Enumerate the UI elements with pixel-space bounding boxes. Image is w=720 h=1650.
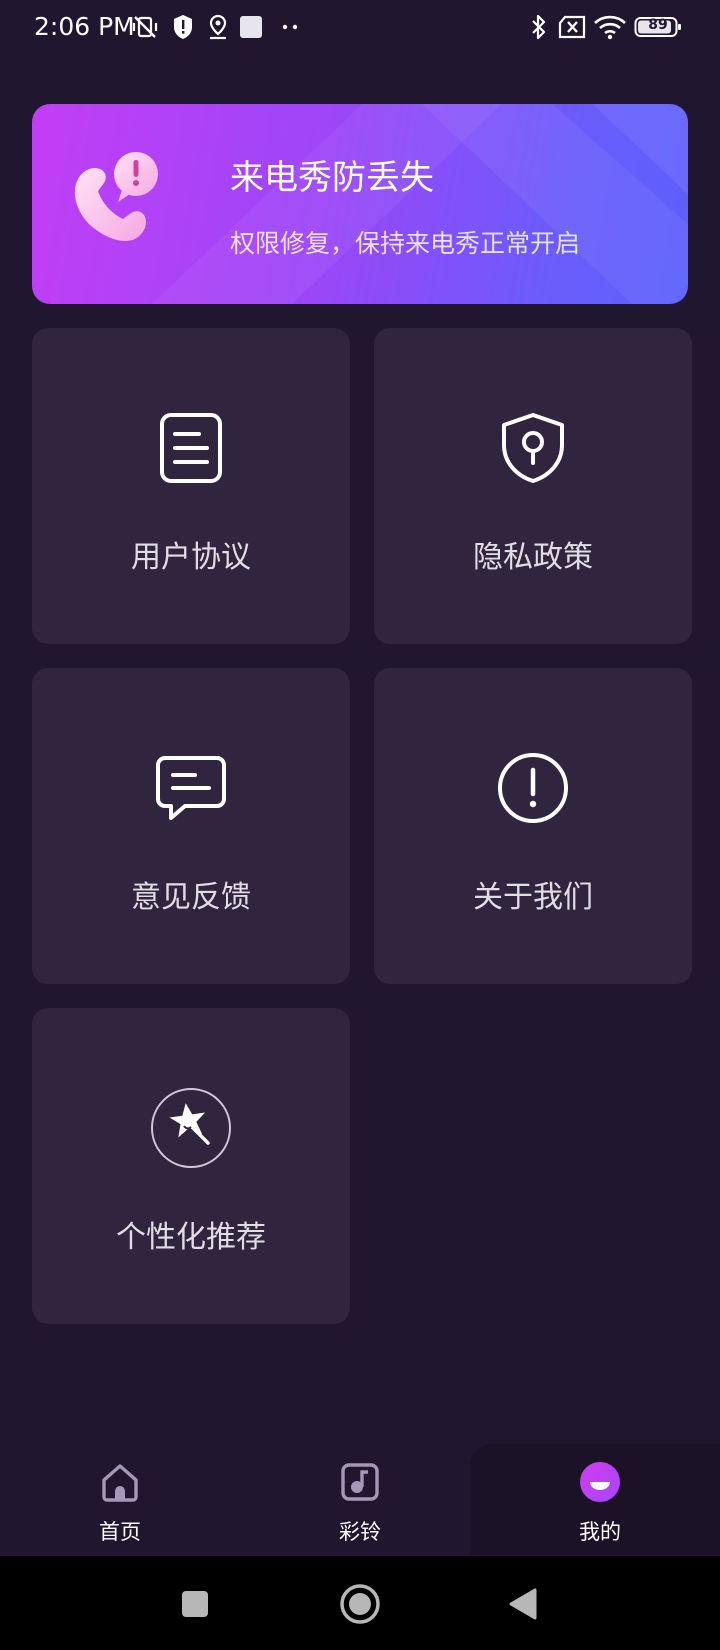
nav-tab-mine[interactable]: 我的 <box>520 1444 680 1556</box>
nav-tab-home[interactable]: 首页 <box>40 1444 200 1556</box>
banner-title: 来电秀防丢失 <box>230 158 434 198</box>
menu-label: 意见反馈 <box>131 880 251 915</box>
personalized-recommendation-card[interactable]: 个性化推荐 <box>32 1008 350 1324</box>
status-bar: 2:06 PM 89 <box>0 0 720 56</box>
chat-bubble-icon <box>149 746 233 830</box>
document-icon <box>149 406 233 490</box>
phone-alert-icon <box>74 152 158 241</box>
about-us-card[interactable]: 关于我们 <box>374 668 692 984</box>
wifi-icon <box>592 12 628 42</box>
profile-face-icon <box>580 1462 620 1502</box>
triangle-back-icon <box>509 1588 537 1620</box>
more-dots-icon <box>280 12 302 42</box>
menu-label: 关于我们 <box>473 880 593 915</box>
banner-subtitle: 权限修复，保持来电秀正常开启 <box>230 229 581 258</box>
info-exclamation-icon <box>491 746 575 830</box>
menu-label: 隐私政策 <box>473 540 593 575</box>
mute-vibrate-icon <box>130 12 160 42</box>
status-time: 2:06 PM <box>34 12 135 41</box>
no-sim-icon <box>556 12 588 42</box>
system-navigation-bar <box>0 1556 720 1650</box>
location-icon <box>206 12 230 42</box>
menu-label: 用户协议 <box>131 540 251 575</box>
home-icon <box>102 1464 138 1502</box>
home-button[interactable] <box>338 1582 382 1626</box>
shield-lock-icon <box>491 406 575 490</box>
nav-label: 我的 <box>579 1520 621 1544</box>
nav-label: 首页 <box>99 1520 141 1544</box>
shield-alert-icon <box>170 12 196 42</box>
battery-level: 89 <box>648 17 668 33</box>
nav-label: 彩铃 <box>339 1520 381 1544</box>
call-show-protection-banner[interactable]: 来电秀防丢失 权限修复，保持来电秀正常开启 <box>32 104 688 304</box>
square-notification-icon <box>238 12 264 42</box>
feedback-card[interactable]: 意见反馈 <box>32 668 350 984</box>
app-screen: 2:06 PM 89 来电秀防丢失 权限修复，保持来电秀正常开启 用户协议 隐私… <box>0 0 720 1650</box>
star-wand-icon <box>149 1086 233 1170</box>
nav-tab-ringtone[interactable]: 彩铃 <box>280 1444 440 1556</box>
square-icon <box>182 1591 208 1617</box>
music-note-icon <box>341 1463 379 1501</box>
user-agreement-card[interactable]: 用户协议 <box>32 328 350 644</box>
bottom-navigation: 首页 彩铃 我的 <box>0 1444 720 1556</box>
bluetooth-icon <box>528 12 550 42</box>
menu-label: 个性化推荐 <box>116 1220 266 1255</box>
back-button[interactable] <box>500 1582 544 1626</box>
circle-icon <box>340 1584 380 1624</box>
privacy-policy-card[interactable]: 隐私政策 <box>374 328 692 644</box>
recent-apps-button[interactable] <box>173 1582 217 1626</box>
